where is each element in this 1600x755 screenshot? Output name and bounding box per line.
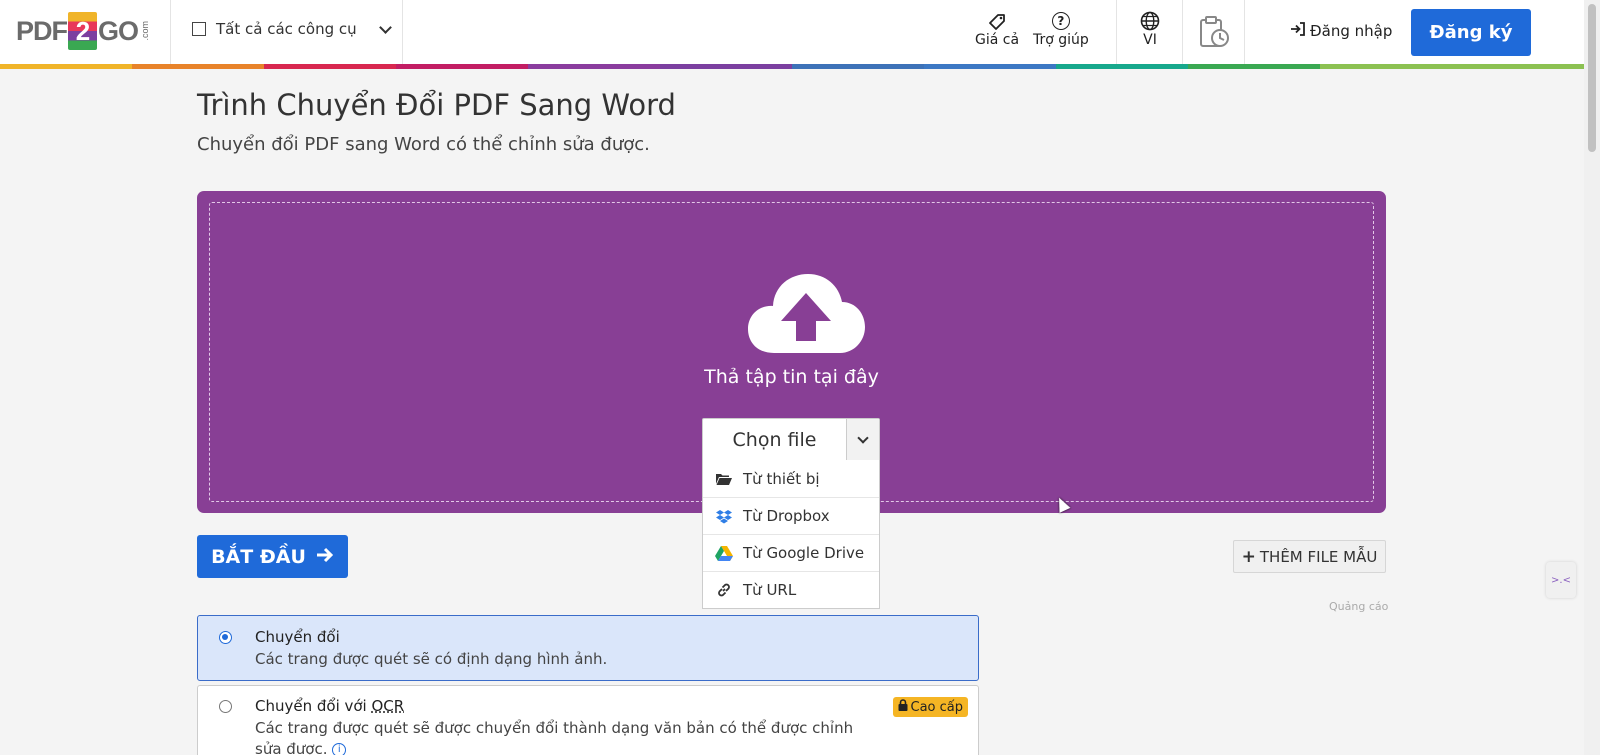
color-bar-segment <box>132 64 264 69</box>
add-sample-label: THÊM FILE MẪU <box>1259 547 1378 566</box>
login-label: Đăng nhập <box>1310 22 1393 40</box>
top-navbar: PDF 2 GO .com Tất cả các công cụ Giá cả … <box>0 0 1584 64</box>
question-circle-icon: ? <box>1051 12 1070 30</box>
lock-icon <box>898 699 908 715</box>
divider <box>1182 0 1183 64</box>
option-title: Chuyển đổi <box>255 628 340 646</box>
menu-item-label: Từ URL <box>743 581 797 599</box>
choose-file-button[interactable]: Chọn file <box>702 418 880 461</box>
option-convert-ocr[interactable]: Chuyển đổi với OCR Các trang được quét s… <box>197 685 979 755</box>
side-feedback-widget[interactable]: >.< <box>1546 562 1576 598</box>
divider <box>170 0 171 64</box>
chevron-down-icon <box>378 20 392 34</box>
grid-icon <box>192 22 206 36</box>
menu-item-google-drive[interactable]: Từ Google Drive <box>703 534 879 571</box>
folder-open-icon <box>715 472 733 486</box>
menu-item-label: Từ thiết bị <box>743 469 820 488</box>
login-link[interactable]: Đăng nhập <box>1290 22 1392 40</box>
upload-source-menu: Từ thiết bị Từ Dropbox Từ Google Drive T… <box>702 460 880 609</box>
pricing-label: Giá cả <box>975 32 1020 48</box>
arrow-right-icon <box>316 546 334 568</box>
color-bar-segment <box>396 64 528 69</box>
menu-item-dropbox[interactable]: Từ Dropbox <box>703 497 879 534</box>
menu-item-url[interactable]: Từ URL <box>703 571 879 608</box>
logo-text-go: GO <box>98 15 139 46</box>
page-subtitle: Chuyển đổi PDF sang Word có thể chỉnh sử… <box>197 134 650 155</box>
color-bar-segment <box>0 64 132 69</box>
color-bar-segment <box>1452 64 1584 69</box>
color-bar-segment <box>1188 64 1320 69</box>
color-bar-segment <box>1320 64 1452 69</box>
all-tools-label: Tất cả các công cụ <box>216 20 357 38</box>
color-bar-segment <box>1056 64 1188 69</box>
start-label: BẮT ĐẦU <box>211 545 306 568</box>
option-description: Các trang được quét sẽ có định dạng hình… <box>255 650 608 668</box>
radio-convert-ocr[interactable] <box>219 700 232 713</box>
chevron-down-icon <box>857 431 869 444</box>
signup-button[interactable]: Đăng ký <box>1411 9 1531 56</box>
ocr-abbreviation: OCR <box>371 697 405 715</box>
tag-icon <box>987 10 1007 32</box>
drop-here-text: Thả tập tin tại đây <box>704 366 879 388</box>
radio-convert[interactable] <box>219 631 232 644</box>
menu-item-label: Từ Google Drive <box>743 544 865 562</box>
choose-file-label[interactable]: Chọn file <box>703 419 846 460</box>
link-icon <box>715 582 733 598</box>
logo-text-com: .com <box>140 21 151 41</box>
help-label: Trợ giúp <box>1033 32 1089 48</box>
language-label: VI <box>1143 32 1157 48</box>
color-bar-segment <box>264 64 396 69</box>
divider <box>1116 0 1117 64</box>
google-drive-icon <box>715 545 733 561</box>
history-button[interactable] <box>1198 15 1230 53</box>
scrollbar-thumb[interactable] <box>1588 4 1596 152</box>
pricing-link[interactable]: Giá cả <box>975 10 1019 48</box>
info-icon[interactable]: i <box>332 742 347 755</box>
start-button[interactable]: BẮT ĐẦU <box>197 535 348 578</box>
option-title-prefix: Chuyển đổi với <box>255 697 372 715</box>
cloud-upload-icon <box>746 271 866 356</box>
page-title: Trình Chuyển Đổi PDF Sang Word <box>197 88 676 122</box>
premium-label: Cao cấp <box>910 699 964 715</box>
globe-icon <box>1140 10 1160 32</box>
help-link[interactable]: ? Trợ giúp <box>1033 10 1089 48</box>
menu-item-device[interactable]: Từ thiết bị <box>703 460 879 497</box>
pdf2go-logo[interactable]: PDF 2 GO .com <box>16 11 150 51</box>
divider <box>402 0 403 64</box>
clipboard-clock-icon <box>1198 15 1230 53</box>
divider <box>1244 0 1245 64</box>
color-bar-segment <box>792 64 924 69</box>
logo-text-2: 2 <box>68 12 97 50</box>
option-convert[interactable]: Chuyển đổi Các trang được quét sẽ có địn… <box>197 615 979 681</box>
color-bar-segment <box>924 64 1056 69</box>
menu-item-label: Từ Dropbox <box>743 507 830 525</box>
color-bar-segment <box>660 64 792 69</box>
ad-label: Quảng cáo <box>1329 600 1389 613</box>
choose-file-toggle[interactable] <box>846 419 879 460</box>
premium-badge: Cao cấp <box>892 697 968 717</box>
brand-color-bar <box>0 64 1584 69</box>
all-tools-dropdown[interactable]: Tất cả các công cụ <box>192 20 392 38</box>
plus-icon: + <box>1241 546 1256 567</box>
page-scrollbar[interactable] <box>1584 0 1600 755</box>
dropbox-icon <box>715 509 733 524</box>
language-selector[interactable]: VI <box>1140 10 1160 48</box>
add-sample-file-button[interactable]: + THÊM FILE MẪU <box>1233 540 1386 573</box>
logo-text-pdf: PDF <box>16 15 68 46</box>
option-description: Các trang được quét sẽ được chuyển đổi t… <box>255 718 855 755</box>
option-title: Chuyển đổi với OCR <box>255 697 404 715</box>
color-bar-segment <box>528 64 660 69</box>
sign-in-icon <box>1290 22 1306 40</box>
